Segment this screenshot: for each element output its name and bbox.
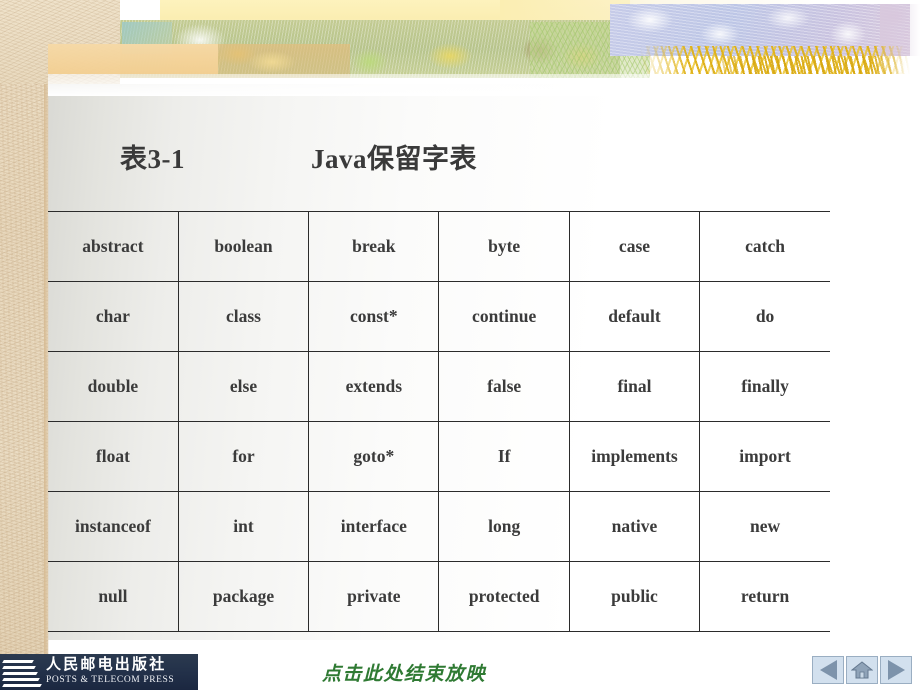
- end-slideshow-link[interactable]: 点击此处结束放映: [322, 659, 486, 686]
- table-body: abstract boolean break byte case catch char cla…: [48, 211, 830, 632]
- table-row: char class const* continue default do: [48, 281, 830, 352]
- keyword-cell: native: [568, 491, 700, 562]
- keyword-cell: case: [568, 211, 700, 282]
- publisher-name-cn: 人民邮电出版社: [46, 657, 167, 674]
- publisher-name-en: POSTS & TELECOM PRESS: [46, 675, 175, 686]
- previous-slide-button[interactable]: [812, 656, 844, 684]
- keyword-cell: else: [177, 351, 309, 422]
- header-wheat-sprig-secondary: [700, 56, 910, 74]
- left-texture-strip: [0, 0, 48, 654]
- home-icon: [851, 661, 873, 679]
- table-number-label: 表3-1: [120, 143, 185, 174]
- keyword-cell: instanceof: [48, 491, 179, 562]
- keyword-cell: catch: [699, 211, 830, 282]
- table-row: abstract boolean break byte case catch: [48, 211, 830, 282]
- keyword-cell: byte: [438, 211, 570, 282]
- keyword-cell: abstract: [48, 211, 179, 282]
- slide-navigation-buttons: [812, 656, 912, 684]
- publisher-mark-icon: [2, 657, 42, 687]
- keyword-cell: default: [568, 281, 700, 352]
- table-row: instanceof int interface long native new: [48, 491, 830, 562]
- keyword-cell: goto*: [308, 421, 439, 492]
- keyword-cell: const*: [308, 281, 439, 352]
- keyword-cell: finally: [699, 351, 830, 422]
- publisher-logo: 人民邮电出版社 POSTS & TELECOM PRESS: [0, 654, 198, 690]
- keyword-cell: new: [699, 491, 830, 562]
- keyword-cell: class: [177, 281, 309, 352]
- keyword-cell: private: [308, 561, 439, 632]
- keyword-cell: break: [308, 211, 439, 282]
- slide-title: 表3-1 Java保留字表: [120, 132, 820, 180]
- keyword-cell: int: [177, 491, 309, 562]
- triangle-right-icon: [887, 660, 905, 680]
- keyword-cell: If: [438, 421, 570, 492]
- footer-bar: 人民邮电出版社 POSTS & TELECOM PRESS 点击此处结束放映: [0, 654, 920, 690]
- keyword-cell: false: [438, 351, 570, 422]
- keyword-cell: protected: [438, 561, 570, 632]
- keyword-cell: null: [48, 561, 179, 632]
- table-row: null package private protected public return: [48, 561, 830, 632]
- keyword-cell: implements: [568, 421, 700, 492]
- keyword-cell: package: [177, 561, 309, 632]
- java-keywords-table: abstract boolean break byte case catch char cla…: [48, 211, 830, 632]
- keyword-cell: final: [568, 351, 700, 422]
- keyword-cell: import: [699, 421, 830, 492]
- header-bottom-wash: [48, 74, 920, 96]
- keyword-cell: public: [568, 561, 700, 632]
- decorative-header-banner: [0, 0, 920, 96]
- presentation-slide: 表3-1 Java保留字表 abstract boolean break byte ca…: [0, 0, 920, 690]
- table-row: double else extends false final finally: [48, 351, 830, 422]
- keyword-cell: for: [177, 421, 309, 492]
- keyword-cell: char: [48, 281, 179, 352]
- table-row: float for goto* If implements import: [48, 421, 830, 492]
- keyword-cell: extends: [308, 351, 439, 422]
- keyword-cell: float: [48, 421, 179, 492]
- keyword-cell: interface: [308, 491, 439, 562]
- keyword-cell: long: [438, 491, 570, 562]
- keyword-cell: return: [699, 561, 830, 632]
- page-title: Java保留字表: [311, 143, 477, 174]
- header-tan-bar: [48, 44, 218, 74]
- publisher-logo-text: 人民邮电出版社 POSTS & TELECOM PRESS: [46, 658, 174, 686]
- keyword-cell: boolean: [177, 211, 309, 282]
- next-slide-button[interactable]: [880, 656, 912, 684]
- keyword-cell: double: [48, 351, 179, 422]
- keyword-cell: continue: [438, 281, 570, 352]
- keyword-cell: do: [699, 281, 830, 352]
- home-slide-button[interactable]: [846, 656, 878, 684]
- triangle-left-icon: [819, 660, 837, 680]
